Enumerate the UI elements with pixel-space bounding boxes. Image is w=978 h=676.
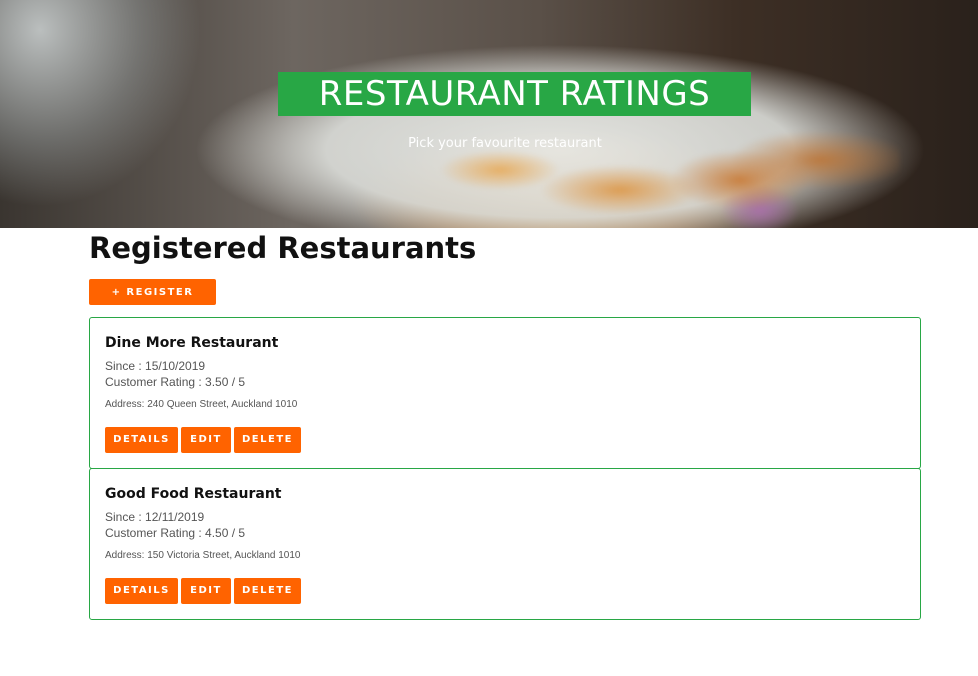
restaurant-name: Good Food Restaurant: [105, 486, 282, 502]
edit-button[interactable]: EDIT: [181, 427, 231, 453]
restaurant-card: Dine More Restaurant Since : 15/10/2019 …: [89, 317, 921, 469]
restaurant-rating: Customer Rating : 3.50 / 5: [105, 375, 246, 389]
restaurant-since: Since : 15/10/2019: [105, 359, 206, 373]
hero-banner: RESTAURANT RATINGS Pick your favourite r…: [0, 0, 978, 228]
site-subtitle: Pick your favourite restaurant: [408, 136, 602, 151]
details-button[interactable]: DETAILS: [105, 427, 178, 453]
edit-button[interactable]: EDIT: [181, 578, 231, 604]
card-actions: DETAILS EDIT DELETE: [105, 427, 301, 453]
details-button[interactable]: DETAILS: [105, 578, 178, 604]
register-new-button[interactable]: + REGISTER NEW: [89, 279, 216, 324]
delete-button[interactable]: DELETE: [234, 427, 301, 453]
site-title: RESTAURANT RATINGS: [278, 72, 751, 116]
restaurant-rating: Customer Rating : 4.50 / 5: [105, 526, 246, 540]
card-actions: DETAILS EDIT DELETE: [105, 578, 301, 604]
restaurant-address: Address: 240 Queen Street, Auckland 1010: [105, 399, 298, 410]
page-title: Registered Restaurants: [89, 231, 477, 265]
hero-food-image: [420, 110, 900, 228]
delete-button[interactable]: DELETE: [234, 578, 301, 604]
restaurant-name: Dine More Restaurant: [105, 335, 279, 351]
restaurant-since: Since : 12/11/2019: [105, 510, 205, 524]
restaurant-card: Good Food Restaurant Since : 12/11/2019 …: [89, 468, 921, 620]
restaurant-address: Address: 150 Victoria Street, Auckland 1…: [105, 550, 301, 561]
